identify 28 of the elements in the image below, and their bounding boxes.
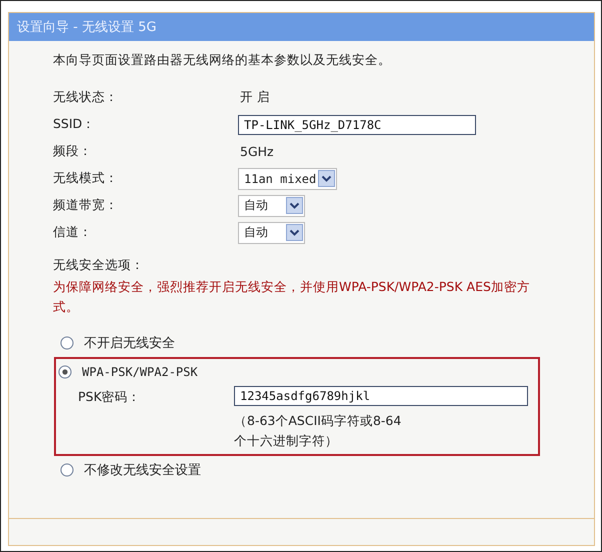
section-label: 无线安全选项： (53, 256, 145, 274)
caret-icon (286, 197, 303, 214)
hint-text: （8-63个ASCII码字符或8-64个十六进制字符） (234, 412, 402, 450)
intro-text: 本向导页面设置路由器无线网络的基本参数以及无线安全。 (53, 52, 392, 69)
ssid-field[interactable]: TP-LINK_5GHz_D7178C (238, 114, 476, 134)
caret-icon (318, 170, 336, 187)
warning-text: 为保障网络安全，强烈推荐开启无线安全，并使用WPA-PSK/WPA2-PSK AES加密方式。 (53, 278, 531, 316)
radio-icon[interactable] (58, 365, 72, 379)
dropdown[interactable]: 11an mixed (238, 168, 338, 190)
radio-option[interactable]: 不修改无线安全设置 (60, 460, 540, 480)
dropdown[interactable]: 自动 (238, 194, 305, 216)
field-label: PSK密码： (77, 388, 142, 406)
field-label: 无线状态： (53, 89, 119, 106)
field-value: 5GHz (239, 144, 274, 159)
radio-icon[interactable] (60, 463, 74, 477)
field-label: SSID： (53, 116, 96, 133)
field-label: 频段： (53, 143, 93, 160)
field-label: 频道带宽： (53, 197, 119, 214)
caret-icon (286, 224, 303, 241)
dropdown[interactable]: 自动 (238, 222, 305, 244)
field-label: 无线模式： (53, 170, 119, 187)
radio-option[interactable]: WPA-PSK/WPA2-PSK (58, 362, 538, 382)
password-field[interactable]: 12345asdfg6789hjkl (234, 386, 528, 406)
field-label: 信道： (53, 224, 93, 241)
window-title: 设置向导 - 无线设置 5G (17, 19, 156, 36)
field-value: 开 启 (239, 89, 270, 104)
radio-option[interactable]: 不开启无线安全 (60, 333, 540, 353)
radio-icon[interactable] (60, 336, 74, 350)
